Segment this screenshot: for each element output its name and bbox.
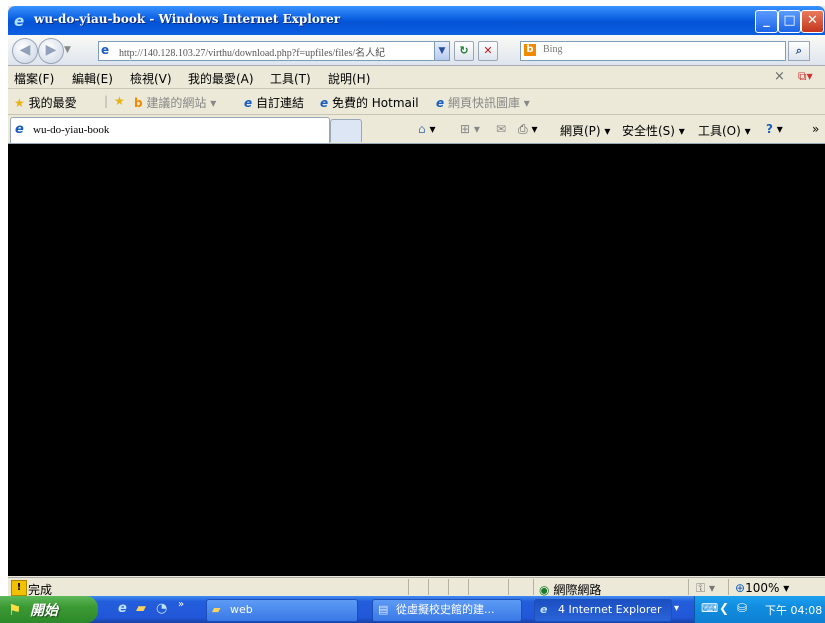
menu-view[interactable]: 檢視(V) xyxy=(130,70,172,87)
search-box[interactable]: b Bing xyxy=(520,41,786,61)
mail-button[interactable]: ✉ xyxy=(496,122,506,136)
window-title: wu-do-yiau-book - Windows Internet Explo… xyxy=(34,12,341,26)
ie-window: e wu-do-yiau-book - Windows Internet Exp… xyxy=(8,6,825,597)
title-bar[interactable]: e wu-do-yiau-book - Windows Internet Exp… xyxy=(8,6,825,35)
favorites-button[interactable]: ★ 我的最愛 xyxy=(14,94,77,111)
more-commands-chevron[interactable]: » xyxy=(812,122,819,136)
windows-flag-icon: ⚑ xyxy=(8,601,22,619)
add-favorite-icon[interactable]: ★ xyxy=(114,94,125,108)
suggested-sites-link[interactable]: b 建議的網站 ▾ xyxy=(134,94,216,111)
close-button[interactable]: ✕ xyxy=(801,10,824,33)
help-button[interactable]: ? ▾ xyxy=(766,122,783,136)
tools-menu-button[interactable]: 工具(O) ▾ xyxy=(698,122,751,139)
safety-menu-button[interactable]: 安全性(S) ▾ xyxy=(622,122,685,139)
taskbar-button-web[interactable]: ▰ web xyxy=(206,599,358,622)
keyboard-icon[interactable]: ⌨ xyxy=(701,601,718,615)
network-icon[interactable]: ⛁ xyxy=(737,601,747,615)
quicklaunch-ie-icon[interactable]: e xyxy=(118,601,127,616)
quicklaunch-browser-icon[interactable]: ◔ xyxy=(156,601,167,616)
ie-page-icon: e xyxy=(15,122,24,137)
protected-mode-button[interactable]: ⚿ ▾ xyxy=(696,581,715,596)
new-tab-button[interactable] xyxy=(330,119,362,142)
menu-edit[interactable]: 編輯(E) xyxy=(72,70,113,87)
zoom-icon: ⊕ xyxy=(735,581,746,595)
navigation-bar: ◀ ▶ ▼ e http://140.128.103.27/virthu/dow… xyxy=(8,35,825,66)
globe-icon: ◉ xyxy=(539,583,550,597)
page-icon: e xyxy=(101,43,110,57)
warning-icon[interactable]: ! xyxy=(11,580,27,596)
menu-file[interactable]: 檔案(F) xyxy=(14,70,54,87)
start-label: 開始 xyxy=(30,603,58,619)
taskbar-button-document[interactable]: ▤ 從虛擬校史館的建... xyxy=(372,599,522,622)
lock-icon: ⚿ xyxy=(696,581,706,595)
start-button[interactable]: ⚑ 開始 xyxy=(0,596,98,623)
hotmail-link[interactable]: e 免費的 Hotmail xyxy=(320,94,419,111)
ie-icon: e xyxy=(540,603,548,616)
ie-page-icon: e xyxy=(244,96,253,110)
menu-help[interactable]: 說明(H) xyxy=(328,70,370,87)
forward-button[interactable]: ▶ xyxy=(38,38,64,64)
bing-logo-icon: b xyxy=(524,44,536,56)
taskbar: ⚑ 開始 e ▰ ◔ » ▰ web ▤ 從虛擬校史館的建... e4 Intern… xyxy=(0,596,825,623)
close-menu-icon[interactable]: × xyxy=(774,69,785,84)
word-document-icon: ▤ xyxy=(378,603,389,616)
page-content[interactable] xyxy=(8,144,825,576)
ie-page-icon: e xyxy=(436,96,445,110)
clock[interactable]: 下午 04:08 xyxy=(765,602,822,618)
tab-bar: e wu-do-yiau-book ⌂ ▾ ⊞ ▾ ✉ ⎙ ▾ 網頁(P) ▾ … xyxy=(8,115,825,144)
menu-tools[interactable]: 工具(T) xyxy=(270,70,311,87)
rss-icon: ⊞ xyxy=(460,122,471,136)
address-url[interactable]: http://140.128.103.27/virthu/download.ph… xyxy=(119,44,424,59)
address-dropdown-icon[interactable]: ▼ xyxy=(434,42,449,60)
home-icon: ⌂ xyxy=(418,122,426,136)
favorites-star-icon: ★ xyxy=(14,96,25,110)
search-placeholder: Bing xyxy=(543,44,563,55)
printer-icon: ⎙ xyxy=(518,122,528,136)
web-slice-gallery-link[interactable]: e 網頁快訊圖庫 ▾ xyxy=(436,94,530,111)
system-tray: ⌨ ❮ ⛁ 下午 04:08 xyxy=(694,596,825,623)
minimize-button[interactable]: _ xyxy=(755,10,778,33)
recent-pages-dropdown[interactable]: ▼ xyxy=(64,45,71,55)
mail-icon: ✉ xyxy=(496,122,507,136)
folder-icon: ▰ xyxy=(212,603,221,616)
status-bar: ! 完成 ◉ 網際網路 ⚿ ▾ ⊕100% ▾ xyxy=(8,577,825,597)
search-button[interactable]: ⌕ xyxy=(788,41,810,61)
separator: | xyxy=(104,94,109,108)
address-bar[interactable]: e http://140.128.103.27/virthu/download.… xyxy=(98,41,450,61)
help-icon: ? xyxy=(766,122,773,136)
quicklaunch-folder-icon[interactable]: ▰ xyxy=(136,601,146,616)
feeds-button[interactable]: ⊞ ▾ xyxy=(460,122,480,136)
bing-favicon-icon: b xyxy=(134,96,143,110)
refresh-button[interactable]: ↻ xyxy=(454,41,474,61)
tray-arrow-icon[interactable]: ❮ xyxy=(719,601,729,615)
home-button[interactable]: ⌂ ▾ xyxy=(418,122,435,136)
stop-button[interactable]: ✕ xyxy=(478,41,498,61)
menu-bar: 檔案(F) 編輯(E) 檢視(V) 我的最愛(A) 工具(T) 說明(H) × … xyxy=(8,66,825,89)
ie-logo-icon: e xyxy=(14,12,25,30)
print-button[interactable]: ⎙ ▾ xyxy=(518,122,537,137)
page-menu-button[interactable]: 網頁(P) ▾ xyxy=(560,122,610,139)
back-button[interactable]: ◀ xyxy=(12,38,38,64)
maximize-button[interactable]: □ xyxy=(778,10,801,33)
menu-favorites[interactable]: 我的最愛(A) xyxy=(188,70,254,87)
tab-wu-do-yiau-book[interactable]: e wu-do-yiau-book xyxy=(10,117,330,143)
custom-links-link[interactable]: e 自訂連結 xyxy=(244,94,304,111)
zoom-button[interactable]: ⊕100% ▾ xyxy=(735,581,789,595)
translate-icon[interactable]: ⧉▾ xyxy=(798,69,813,84)
ie-page-icon: e xyxy=(320,96,329,110)
taskbar-button-internet-explorer[interactable]: e4 Internet Explorer xyxy=(534,599,672,622)
group-dropdown-icon[interactable]: ▾ xyxy=(674,603,679,614)
tab-label: wu-do-yiau-book xyxy=(33,124,110,136)
favorites-bar: ★ 我的最愛 | ★ b 建議的網站 ▾ e 自訂連結 e 免費的 Hotmai… xyxy=(8,89,825,115)
quicklaunch-more-chevron[interactable]: » xyxy=(178,599,184,610)
